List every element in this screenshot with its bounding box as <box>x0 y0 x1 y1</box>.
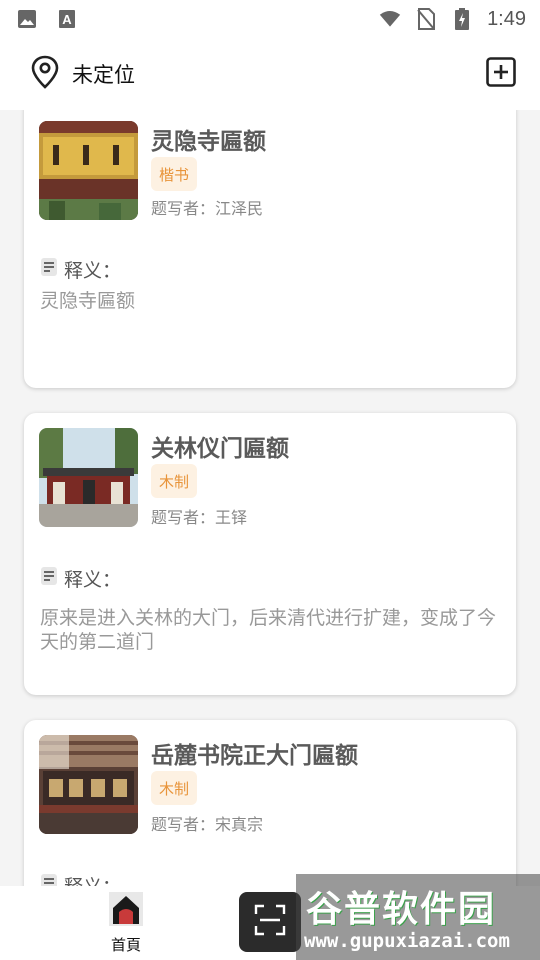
location-text: 未定位 <box>72 63 135 87</box>
watermark-url: www.gupuxiazai.com <box>304 930 510 952</box>
meaning-label: 释义： <box>40 565 121 592</box>
location-pin-icon <box>30 55 60 93</box>
a-box-icon: A <box>56 8 78 30</box>
svg-text:A: A <box>62 12 72 27</box>
plaque-thumbnail <box>39 428 138 527</box>
plaque-thumbnail <box>39 735 138 834</box>
style-tag: 木制 <box>151 771 198 805</box>
writer-text: 题写者：王铎 <box>151 508 248 527</box>
style-tag: 楷书 <box>151 157 198 191</box>
meaning-label: 释义： <box>40 872 121 886</box>
scan-button[interactable] <box>239 892 301 952</box>
style-tag: 木制 <box>151 464 198 498</box>
document-icon <box>40 566 58 591</box>
plaque-card[interactable]: 灵隐寺匾额 楷书 题写者：江泽民 释义： 灵隐寺匾额 <box>24 110 516 388</box>
battery-charging-icon <box>451 8 473 30</box>
writer-text: 题写者：宋真宗 <box>151 815 264 834</box>
add-button[interactable] <box>484 57 518 91</box>
plaque-list[interactable]: 灵隐寺匾额 楷书 题写者：江泽民 释义： 灵隐寺匾额 关林仪门匾额 木制 题写者… <box>0 110 540 886</box>
plaque-title: 关林仪门匾额 <box>151 436 289 462</box>
plaque-title: 岳麓书院正大门匾额 <box>151 743 358 769</box>
watermark-title: 谷普软件园 <box>306 889 497 930</box>
add-square-icon <box>486 57 516 91</box>
document-icon <box>40 257 58 282</box>
watermark: 谷普软件园 www.gupuxiazai.com <box>296 874 540 960</box>
nav-home-label: 首頁 <box>110 936 141 954</box>
plaque-card[interactable]: 关林仪门匾额 木制 题写者：王铎 释义： 原来是进入关林的大门，后来清代进行扩建… <box>24 413 516 695</box>
plaque-title: 灵隐寺匾额 <box>151 129 266 155</box>
scan-icon <box>254 904 286 940</box>
meaning-label: 释义： <box>40 256 121 283</box>
document-icon <box>40 873 58 886</box>
image-icon <box>16 8 38 30</box>
status-bar: A 1:49 <box>0 0 540 38</box>
nav-home[interactable]: 首頁 <box>100 892 152 954</box>
plaque-card[interactable]: 岳麓书院正大门匾额 木制 题写者：宋真宗 释义： <box>24 720 516 886</box>
writer-text: 题写者：江泽民 <box>151 199 264 218</box>
meaning-text: 灵隐寺匾额 <box>40 290 136 312</box>
home-icon <box>109 892 143 930</box>
wifi-icon <box>379 8 401 30</box>
location-selector[interactable]: 未定位 <box>30 55 135 93</box>
no-sim-icon <box>415 8 437 30</box>
status-time: 1:49 <box>487 7 526 30</box>
plaque-thumbnail <box>39 121 138 220</box>
top-bar: 未定位 <box>0 38 540 110</box>
meaning-text: 原来是进入关林的大门，后来清代进行扩建，变成了今天的第二道门 <box>40 607 497 653</box>
